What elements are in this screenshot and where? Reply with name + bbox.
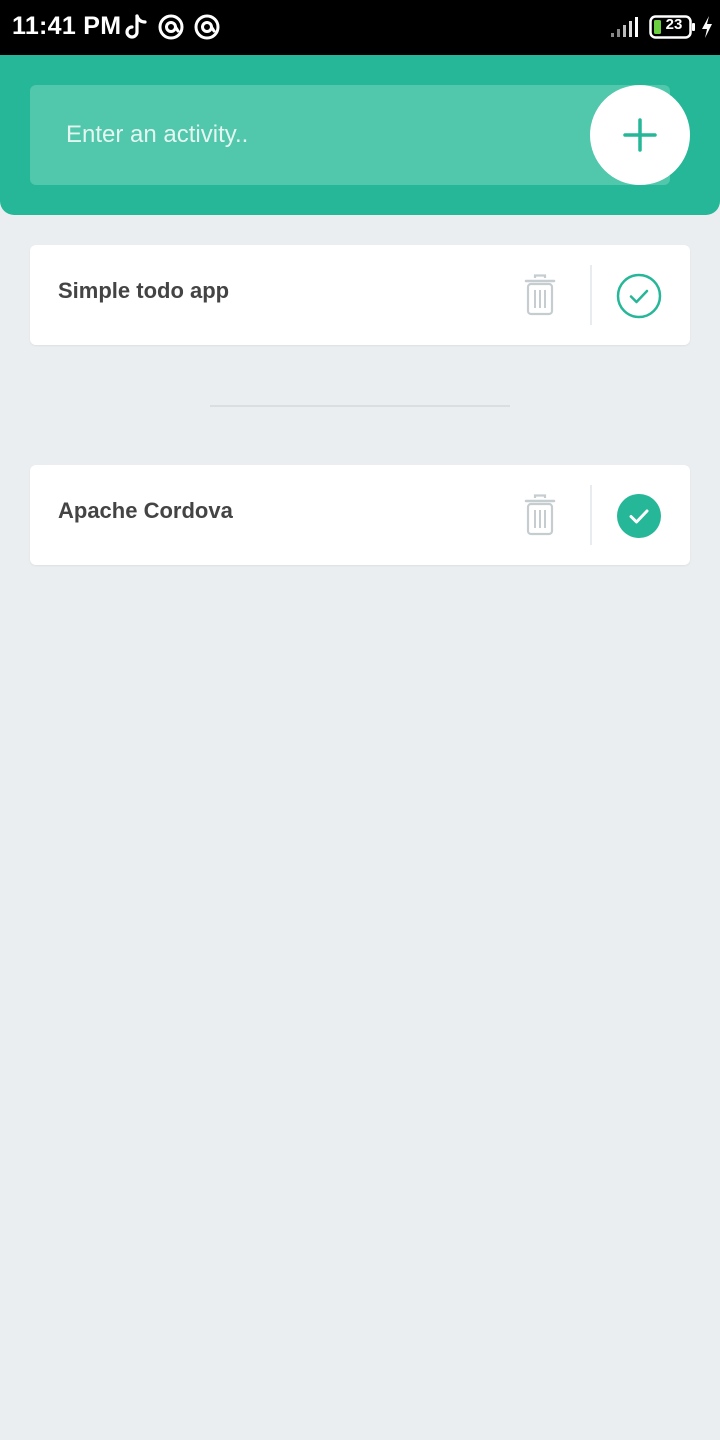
plus-icon — [623, 118, 657, 152]
charging-icon — [702, 16, 712, 38]
header — [0, 55, 720, 215]
completed-item-label: Apache Cordova — [58, 498, 233, 523]
at-sign-icon — [158, 14, 184, 40]
at-sign-icon — [194, 14, 220, 40]
completed-item: Apache Cordova — [30, 465, 690, 565]
battery-level: 23 — [665, 16, 683, 33]
card-divider — [590, 485, 592, 545]
list-divider — [210, 405, 510, 407]
tiktok-icon — [125, 14, 147, 39]
trash-icon — [524, 494, 556, 536]
uncomplete-button[interactable] — [616, 493, 662, 539]
activity-input-container — [30, 85, 670, 185]
complete-button[interactable] — [616, 273, 662, 319]
status-time: 11:41 PM — [12, 12, 122, 40]
activity-input[interactable] — [30, 85, 590, 185]
card-divider — [590, 265, 592, 325]
todo-item-label: Simple todo app — [58, 278, 230, 303]
trash-icon — [524, 274, 556, 316]
todo-item: Simple todo app — [30, 245, 690, 345]
signal-icon — [611, 17, 638, 37]
delete-button[interactable] — [516, 269, 564, 321]
status-bar: 11:41 PM 23 — [0, 0, 720, 55]
delete-button[interactable] — [516, 489, 564, 541]
add-button[interactable] — [590, 85, 690, 185]
